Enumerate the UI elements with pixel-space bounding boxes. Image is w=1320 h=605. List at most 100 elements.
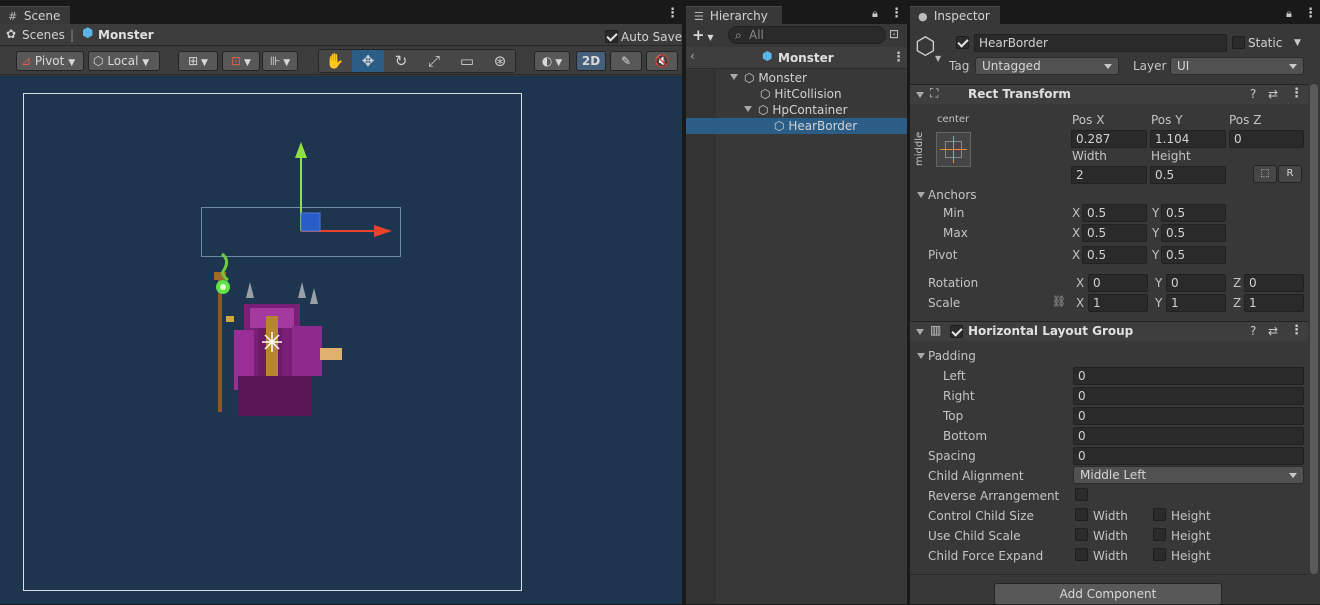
pos-z-field[interactable]: 0 (1229, 130, 1304, 148)
hlg-header[interactable]: ▥ Horizontal Layout Group ? ⇄ ⋮ (910, 321, 1308, 341)
pivot-y-field[interactable]: 0.5 (1161, 246, 1226, 264)
chevron-down-icon[interactable]: ▼ (1294, 38, 1301, 48)
padding-left-field[interactable]: 0 (1073, 367, 1304, 385)
control-height-checkbox[interactable] (1153, 508, 1166, 521)
inspector-menu-icon[interactable]: ⋮ (1304, 6, 1317, 21)
tag-dropdown[interactable]: Untagged (975, 57, 1119, 75)
pivot-x-field[interactable]: 0.5 (1082, 246, 1147, 264)
component-menu-icon[interactable]: ⋮ (1290, 323, 1303, 338)
active-checkbox[interactable] (956, 36, 969, 49)
grid-snap-dropdown[interactable]: ⊞ ▼ (178, 51, 218, 71)
add-component-button[interactable]: Add Component (994, 583, 1222, 605)
rect-tool-icon[interactable]: ▭ (451, 50, 483, 72)
width-label: Width (1072, 149, 1107, 163)
list-item[interactable]: ⬡ HitCollision (760, 87, 842, 103)
min-y-field[interactable]: 0.5 (1161, 204, 1226, 222)
anchor-presets-button[interactable] (936, 132, 971, 167)
link-icon[interactable]: ⛓ (1052, 295, 1066, 308)
move-tool-icon[interactable]: ✥ (352, 50, 384, 72)
hierarchy-root-menu-icon[interactable]: ⋮ (892, 50, 905, 65)
padding-top-field[interactable]: 0 (1073, 407, 1304, 425)
padding-bottom-field[interactable]: 0 (1073, 427, 1304, 445)
breadcrumb-scenes[interactable]: Scenes (22, 28, 65, 42)
chevron-down-icon: ▼ (198, 58, 208, 68)
help-icon[interactable]: ? (1250, 87, 1256, 101)
scale-x-field[interactable]: 1 (1088, 294, 1148, 312)
expand-width-checkbox[interactable] (1075, 548, 1088, 561)
pivot-dropdown[interactable]: ⊿ Pivot ▼ (16, 51, 84, 71)
reverse-arrangement-label: Reverse Arrangement (928, 489, 1060, 503)
layer-dropdown[interactable]: UI (1170, 57, 1304, 75)
list-item[interactable]: ⬡ Monster (730, 71, 807, 87)
expand-height-label: Height (1171, 549, 1211, 563)
presets-icon[interactable]: ⇄ (1268, 87, 1278, 101)
raw-edit-button[interactable]: R (1278, 165, 1302, 183)
rot-z-field[interactable]: 0 (1244, 274, 1304, 292)
scene-canvas (23, 93, 522, 591)
hand-tool-icon[interactable]: ✋ (319, 50, 351, 72)
snap-increment-dropdown[interactable]: ⊡ ▼ (222, 51, 260, 71)
anchors-foldout-icon[interactable] (917, 192, 925, 198)
expand-height-checkbox[interactable] (1153, 548, 1166, 561)
pivot-marker-icon (262, 332, 282, 352)
width-field[interactable]: 2 (1071, 166, 1147, 184)
help-icon[interactable]: ? (1250, 324, 1256, 338)
draw-mode-dropdown[interactable]: ◐ ▼ (534, 51, 570, 71)
scale-z-field[interactable]: 1 (1244, 294, 1304, 312)
blueprint-mode-button[interactable]: ⬚ (1253, 165, 1277, 183)
rot-x-field[interactable]: 0 (1088, 274, 1148, 292)
chevron-down-icon: ▼ (280, 58, 291, 68)
lighting-button[interactable]: ✎ (610, 51, 642, 71)
tab-inspector[interactable]: ● Inspector (910, 6, 1000, 24)
hierarchy-menu-icon[interactable]: ⋮ (890, 6, 903, 21)
lock-icon[interactable]: 🔒︎ (872, 7, 878, 21)
max-y-field[interactable]: 0.5 (1161, 224, 1226, 242)
scale-tool-icon[interactable]: ⤢ (418, 50, 450, 72)
scene-viewport[interactable] (0, 76, 682, 604)
hlg-enabled-checkbox[interactable] (950, 325, 963, 338)
add-object-button[interactable]: + ▼ (692, 26, 714, 44)
hierarchy-search-input[interactable]: ⌕ All (728, 26, 886, 44)
inspector-scrollbar[interactable] (1310, 84, 1318, 574)
min-x-field[interactable]: 0.5 (1082, 204, 1147, 222)
pos-y-field[interactable]: 1.104 (1150, 130, 1226, 148)
object-name-field[interactable]: HearBorder (974, 34, 1227, 52)
back-arrow-icon[interactable]: ‹ (690, 49, 695, 63)
static-checkbox[interactable] (1232, 36, 1245, 49)
rotate-tool-icon[interactable]: ↻ (385, 50, 417, 72)
local-dropdown[interactable]: ⬡ Local ▼ (88, 51, 160, 71)
pos-x-field[interactable]: 0.287 (1071, 130, 1147, 148)
transform-tool-icon[interactable]: ⊛ (484, 50, 516, 72)
scale-height-checkbox[interactable] (1153, 528, 1166, 541)
rot-y-field[interactable]: 0 (1166, 274, 1226, 292)
padding-foldout-icon[interactable] (917, 353, 925, 359)
component-menu-icon[interactable]: ⋮ (1290, 86, 1303, 101)
auto-save-checkbox[interactable] (605, 30, 618, 43)
breadcrumb-monster[interactable]: Monster (98, 28, 154, 42)
padding-right-field[interactable]: 0 (1073, 387, 1304, 405)
xy-plane-handle (300, 212, 321, 232)
list-item[interactable]: ⬡ HearBorder (774, 119, 857, 135)
rect-transform-header[interactable]: ⛶ Rect Transform ? ⇄ ⋮ (910, 84, 1308, 104)
chevron-down-icon: ▼ (704, 33, 714, 42)
scale-width-checkbox[interactable] (1075, 528, 1088, 541)
spacing-field[interactable]: 0 (1073, 447, 1304, 465)
control-width-checkbox[interactable] (1075, 508, 1088, 521)
audio-mute-button[interactable]: 🔇 (646, 51, 678, 71)
list-item[interactable]: ⬡ HpContainer (744, 103, 848, 119)
lock-icon[interactable]: 🔒︎ (1286, 7, 1292, 21)
child-alignment-dropdown[interactable]: Middle Left (1073, 466, 1304, 484)
ruler-dropdown[interactable]: ⊪ ▼ (262, 51, 298, 71)
scale-y-field[interactable]: 1 (1166, 294, 1226, 312)
tab-hierarchy[interactable]: ☰ Hierarchy (686, 6, 782, 24)
search-by-type-icon[interactable]: ⊡ (889, 27, 899, 41)
max-x-field[interactable]: 0.5 (1082, 224, 1147, 242)
chevron-down-icon[interactable]: ▼ (935, 54, 941, 63)
reverse-arrangement-checkbox[interactable] (1075, 488, 1088, 501)
presets-icon[interactable]: ⇄ (1268, 324, 1278, 338)
scene-menu-icon[interactable]: ⋮ (666, 6, 679, 21)
tab-scene[interactable]: # Scene (0, 6, 70, 24)
height-field[interactable]: 0.5 (1150, 166, 1226, 184)
toggle-2d-button[interactable]: 2D (576, 51, 606, 71)
gameobject-icon: ⬡ (744, 71, 755, 85)
